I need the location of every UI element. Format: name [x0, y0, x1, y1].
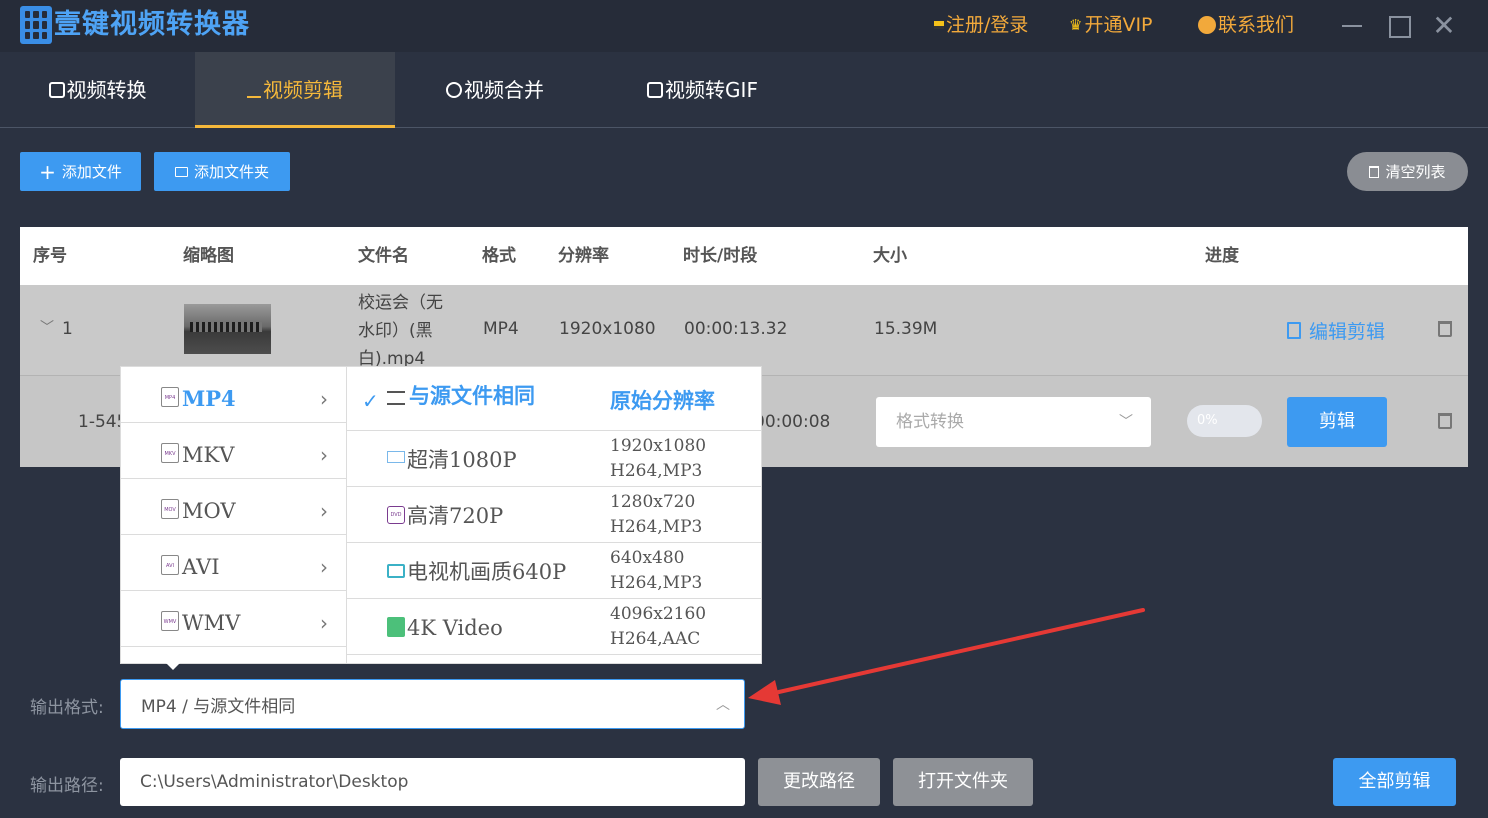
convert-icon [48, 82, 65, 98]
tv-icon [387, 564, 405, 578]
format-item-wmv[interactable]: WMV WMV › [121, 591, 346, 647]
format-item-mov[interactable]: MOV MOV › [121, 479, 346, 535]
clear-list-button[interactable]: 清空列表 [1347, 152, 1468, 191]
clip-all-button[interactable]: 全部剪辑 [1333, 758, 1456, 806]
col-size: 大小 [873, 246, 907, 266]
progress-bar: 0% [1187, 405, 1262, 437]
resolution-item-720p[interactable]: DVD 高清720P 1280x720 H264,MP3 [347, 487, 761, 543]
folder-icon [174, 166, 188, 177]
output-format-select[interactable]: MP4 / 与源文件相同 ︿ [120, 679, 745, 729]
chevron-right-icon: › [320, 499, 328, 523]
format-item-mkv[interactable]: MKV MKV › [121, 423, 346, 479]
resolution-item-1080p[interactable]: 超清1080P 1920x1080 H264,MP3 [347, 431, 761, 487]
row-size: 15.39M [874, 319, 938, 339]
col-index: 序号 [33, 246, 67, 266]
resolution-item-640p[interactable]: 电视机画质640P 640x480 H264,MP3 [347, 543, 761, 599]
output-path-input[interactable]: C:\Users\Administrator\Desktop [120, 758, 745, 806]
chevron-up-icon: ︿ [716, 697, 730, 713]
output-path-label: 输出路径: [30, 776, 104, 796]
col-format: 格式 [482, 246, 516, 266]
segment-duration: 00:00:08 [754, 412, 831, 432]
row-filename: 校运会（无 水印）(黑 白).mp4 [358, 293, 443, 369]
col-duration: 时长/时段 [683, 246, 758, 266]
delete-segment-icon[interactable] [1438, 413, 1452, 429]
video-thumbnail[interactable] [184, 304, 271, 354]
edit-clip-link[interactable]: 编辑剪辑 [1287, 317, 1385, 344]
app-logo-icon [20, 6, 52, 44]
change-path-button[interactable]: 更改路径 [758, 758, 880, 806]
file-icon: MKV [161, 443, 179, 463]
add-file-button[interactable]: + 添加文件 [20, 152, 141, 191]
check-icon: ✓ [362, 389, 379, 413]
close-button[interactable]: ✕ [1426, 8, 1462, 44]
file-icon: AVI [161, 555, 179, 575]
row-resolution: 1920x1080 [559, 319, 656, 339]
main-tabs: 视频转换 视频剪辑 视频合并 视频转GIF [0, 52, 1488, 128]
row-index: 1 [62, 319, 73, 339]
tab-video-edit[interactable]: 视频剪辑 [195, 52, 395, 128]
tab-video-gif[interactable]: 视频转GIF [595, 52, 810, 128]
chevron-down-icon: ﹀ [1119, 414, 1133, 430]
title-bar: 壹键视频转换器 注册/登录 ♛ 开通VIP 联系我们 ✕ [0, 0, 1488, 52]
output-format-label: 输出格式: [30, 698, 104, 718]
col-progress: 进度 [1205, 246, 1239, 266]
row-format: MP4 [483, 319, 519, 339]
minimize-button[interactable] [1334, 8, 1370, 44]
col-thumbnail: 缩略图 [183, 246, 234, 266]
resolution-item-source[interactable]: ✓ 与源文件相同 原始分辨率 [347, 367, 761, 431]
row-duration: 00:00:13.32 [684, 319, 788, 339]
maximize-button[interactable] [1380, 8, 1416, 44]
user-card-icon [934, 21, 944, 29]
dropdown-pointer [166, 663, 180, 670]
file-icon: WMV [161, 611, 179, 631]
tab-video-merge[interactable]: 视频合并 [395, 52, 595, 128]
resolution-item-4k[interactable]: 4K Video 4096x2160 H264,AAC [347, 599, 761, 655]
delete-row-icon[interactable] [1438, 321, 1452, 337]
merge-icon [446, 82, 462, 98]
sliders-icon [387, 391, 405, 405]
table-row: ﹀ 1 校运会（无 水印）(黑 白).mp4 MP4 1920x1080 00:… [20, 285, 1468, 375]
trash-icon [1369, 165, 1380, 178]
vip-link[interactable]: ♛ 开通VIP [1069, 12, 1153, 38]
scissors-icon [247, 82, 261, 98]
chevron-right-icon: › [320, 387, 328, 411]
crown-icon: ♛ [1069, 16, 1083, 34]
contact-link[interactable]: 联系我们 [1198, 12, 1294, 38]
clip-button[interactable]: 剪辑 [1287, 397, 1387, 447]
col-filename: 文件名 [358, 246, 409, 266]
gif-icon [647, 82, 664, 98]
contact-icon [1198, 16, 1216, 34]
hd-icon [387, 451, 405, 463]
file-icon: MP4 [161, 387, 179, 407]
dvd-icon: DVD [387, 506, 405, 524]
app-title: 壹键视频转换器 [54, 9, 250, 40]
document-icon [1287, 322, 1301, 339]
register-login-link[interactable]: 注册/登录 [934, 12, 1028, 38]
plus-icon: + [39, 159, 56, 184]
add-folder-button[interactable]: 添加文件夹 [154, 152, 290, 191]
format-item-avi[interactable]: AVI AVI › [121, 535, 346, 591]
output-panel: 输出格式: MP4 / 与源文件相同 ︿ 输出路径: C:\Users\Admi… [0, 654, 1488, 818]
expand-chevron-icon[interactable]: ﹀ [40, 317, 54, 337]
format-convert-select[interactable]: 格式转换 ﹀ [876, 397, 1151, 447]
open-folder-button[interactable]: 打开文件夹 [893, 758, 1033, 806]
chevron-right-icon: › [320, 555, 328, 579]
format-item-mp4[interactable]: MP4 MP4 › [121, 367, 346, 423]
tab-video-convert[interactable]: 视频转换 [0, 52, 195, 128]
format-dropdown: MP4 MP4 › MKV MKV › MOV MOV › AVI AVI › … [120, 366, 762, 664]
col-resolution: 分辨率 [558, 246, 609, 266]
file-icon: MOV [161, 499, 179, 519]
table-header: 序号 缩略图 文件名 格式 分辨率 时长/时段 大小 进度 [20, 227, 1468, 285]
chevron-right-icon: › [320, 611, 328, 635]
film-icon [387, 617, 405, 637]
chevron-right-icon: › [320, 443, 328, 467]
